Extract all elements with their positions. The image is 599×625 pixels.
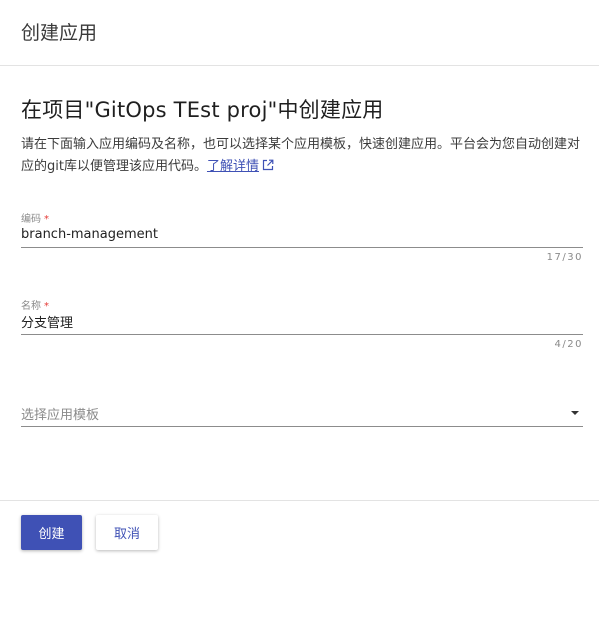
learn-more-label: 了解详情: [206, 159, 259, 174]
code-counter: 17/30: [546, 252, 583, 263]
name-counter: 4/20: [554, 339, 583, 350]
create-button[interactable]: 创建: [21, 515, 82, 550]
page-heading: 在项目"GitOps TEst proj"中创建应用: [21, 98, 384, 122]
code-field: 编码* 17/30: [21, 210, 583, 263]
code-input[interactable]: [21, 223, 583, 248]
create-app-dialog: 创建应用 在项目"GitOps TEst proj"中创建应用 请在下面输入应用…: [0, 0, 599, 625]
template-placeholder: 选择应用模板: [21, 407, 100, 423]
name-label: 名称 *: [21, 297, 583, 312]
required-mark: *: [44, 214, 49, 225]
code-label-text: 编码: [21, 214, 41, 225]
required-mark: *: [44, 301, 49, 312]
name-input[interactable]: [21, 310, 583, 335]
dialog-header: 创建应用: [0, 0, 599, 66]
learn-more-link[interactable]: 了解详情: [207, 159, 274, 174]
dialog-footer: 创建 取消: [0, 500, 599, 550]
template-select[interactable]: 选择应用模板: [21, 400, 583, 427]
dialog-content: 在项目"GitOps TEst proj"中创建应用 请在下面输入应用编码及名称…: [0, 66, 599, 427]
name-field: 名称* 4/20: [21, 297, 583, 350]
external-link-icon: [262, 159, 274, 171]
code-label: 编码 *: [21, 210, 583, 225]
description: 请在下面输入应用编码及名称，也可以选择某个应用模板，快速创建应用。平台会为您自动…: [21, 134, 581, 178]
name-label-text: 名称: [21, 301, 41, 312]
description-text: 请在下面输入应用编码及名称，也可以选择某个应用模板，快速创建应用。平台会为您自动…: [21, 137, 581, 174]
cancel-button[interactable]: 取消: [96, 515, 158, 550]
dialog-title: 创建应用: [21, 22, 98, 44]
caret-down-icon: [571, 411, 579, 415]
